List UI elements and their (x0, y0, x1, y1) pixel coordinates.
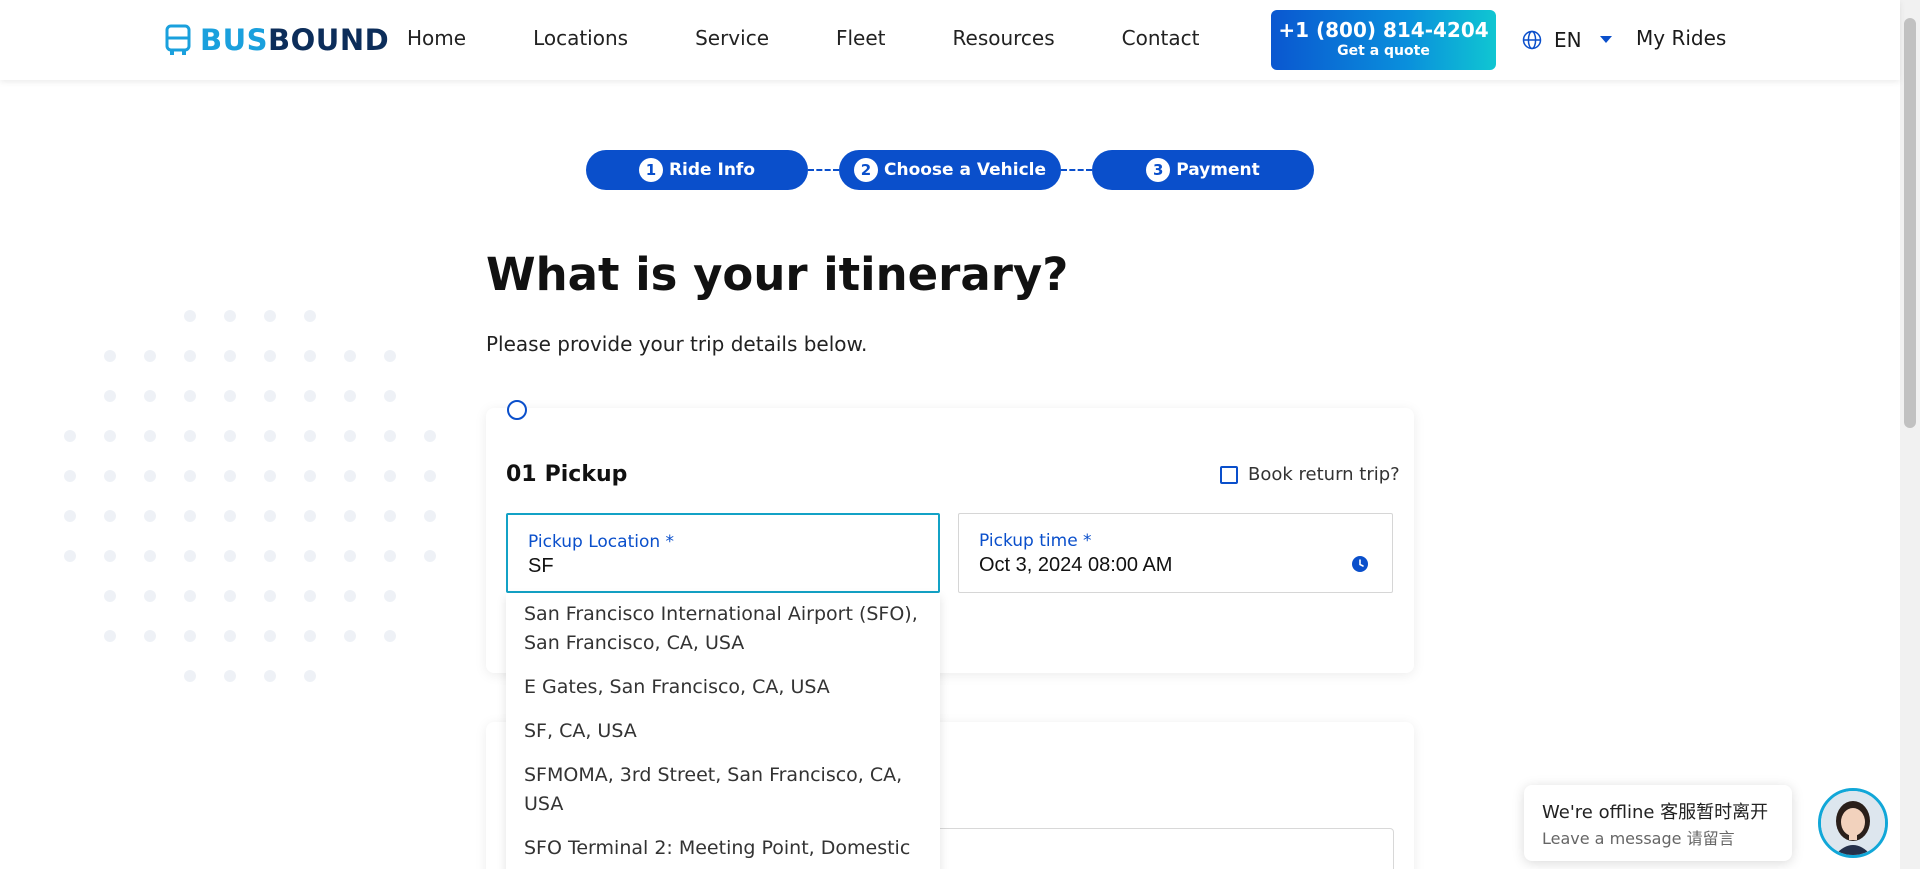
brand-logo[interactable]: BUSBOUND (164, 23, 390, 57)
bus-icon (165, 24, 191, 55)
globe-icon (1522, 30, 1542, 50)
pickup-section-title: 01 Pickup (506, 462, 635, 487)
step-payment[interactable]: 3 Payment (1092, 150, 1314, 190)
step-ride-info[interactable]: 1 Ride Info (586, 150, 808, 190)
chat-agent-avatar[interactable] (1818, 788, 1888, 858)
page-scrollbar[interactable] (1900, 0, 1920, 869)
step-choose-vehicle[interactable]: 2 Choose a Vehicle (839, 150, 1061, 190)
step-connector (808, 169, 839, 171)
scrollbar-thumb[interactable] (1904, 18, 1916, 428)
language-label: EN (1554, 28, 1582, 52)
main-nav: Home Locations Service Fleet Resources C… (407, 26, 1266, 50)
suggestion-item[interactable]: San Francisco International Airport (SFO… (506, 593, 940, 666)
step-number: 3 (1146, 158, 1171, 182)
get-quote-button[interactable]: +1 (800) 814-4204 Get a quote (1271, 10, 1496, 70)
pickup-time-label: Pickup time * (979, 531, 1092, 551)
nav-fleet[interactable]: Fleet (836, 26, 886, 50)
nav-resources[interactable]: Resources (953, 26, 1055, 50)
step-label: Ride Info (668, 160, 756, 180)
nav-home[interactable]: Home (407, 26, 466, 50)
step-number: 2 (853, 158, 878, 182)
book-return-trip-toggle[interactable]: Book return trip? (1220, 464, 1400, 485)
brand-name: BUSBOUND (200, 23, 390, 57)
step-label: Payment (1176, 160, 1260, 180)
nav-locations[interactable]: Locations (533, 26, 628, 50)
my-rides-link[interactable]: My Rides (1636, 26, 1726, 50)
agent-avatar-icon (1821, 791, 1885, 855)
pickup-time-input[interactable] (979, 554, 1359, 577)
step-label: Choose a Vehicle (883, 160, 1046, 180)
page-subtitle: Please provide your trip details below. (486, 332, 868, 356)
pickup-section-label: Pickup (544, 462, 628, 487)
chat-status-title: We're offline 客服暂时离开 (1542, 802, 1769, 823)
decorative-dot-pattern (64, 310, 436, 682)
site-header: BUSBOUND Home Locations Service Fleet Re… (0, 0, 1900, 80)
pickup-location-label: Pickup Location * (528, 532, 675, 552)
location-suggestions: San Francisco International Airport (SFO… (506, 593, 940, 869)
suggestion-item[interactable]: SFO Terminal 2: Meeting Point, Domestic … (506, 827, 940, 869)
pickup-radio[interactable] (507, 400, 527, 420)
step-number: 1 (638, 158, 663, 182)
suggestion-item[interactable]: SFMOMA, 3rd Street, San Francisco, CA, U… (506, 754, 940, 827)
clock-icon[interactable] (1352, 556, 1368, 572)
step-connector (1061, 169, 1092, 171)
pickup-location-input[interactable] (528, 555, 908, 578)
phone-number: +1 (800) 814-4204 (1278, 18, 1489, 42)
page-title: What is your itinerary? (486, 248, 1069, 301)
language-selector[interactable]: EN (1522, 28, 1612, 52)
book-return-label: Book return trip? (1248, 464, 1400, 485)
caret-down-icon (1599, 36, 1612, 43)
chat-offline-bubble[interactable]: We're offline 客服暂时离开 Leave a message 请留言 (1524, 785, 1792, 861)
suggestion-item[interactable]: SF, CA, USA (506, 710, 940, 754)
nav-contact[interactable]: Contact (1122, 26, 1200, 50)
get-quote-label: Get a quote (1337, 43, 1430, 59)
suggestion-item[interactable]: E Gates, San Francisco, CA, USA (506, 666, 940, 710)
chat-leave-message: Leave a message 请留言 (1542, 829, 1735, 848)
pickup-section-number: 01 (506, 462, 537, 487)
booking-stepper: 1 Ride Info 2 Choose a Vehicle 3 Payment (586, 150, 1314, 190)
pickup-location-field[interactable]: Pickup Location * (506, 513, 940, 593)
nav-service[interactable]: Service (695, 26, 769, 50)
book-return-checkbox[interactable] (1220, 465, 1238, 484)
pickup-time-field[interactable]: Pickup time * (958, 513, 1393, 593)
